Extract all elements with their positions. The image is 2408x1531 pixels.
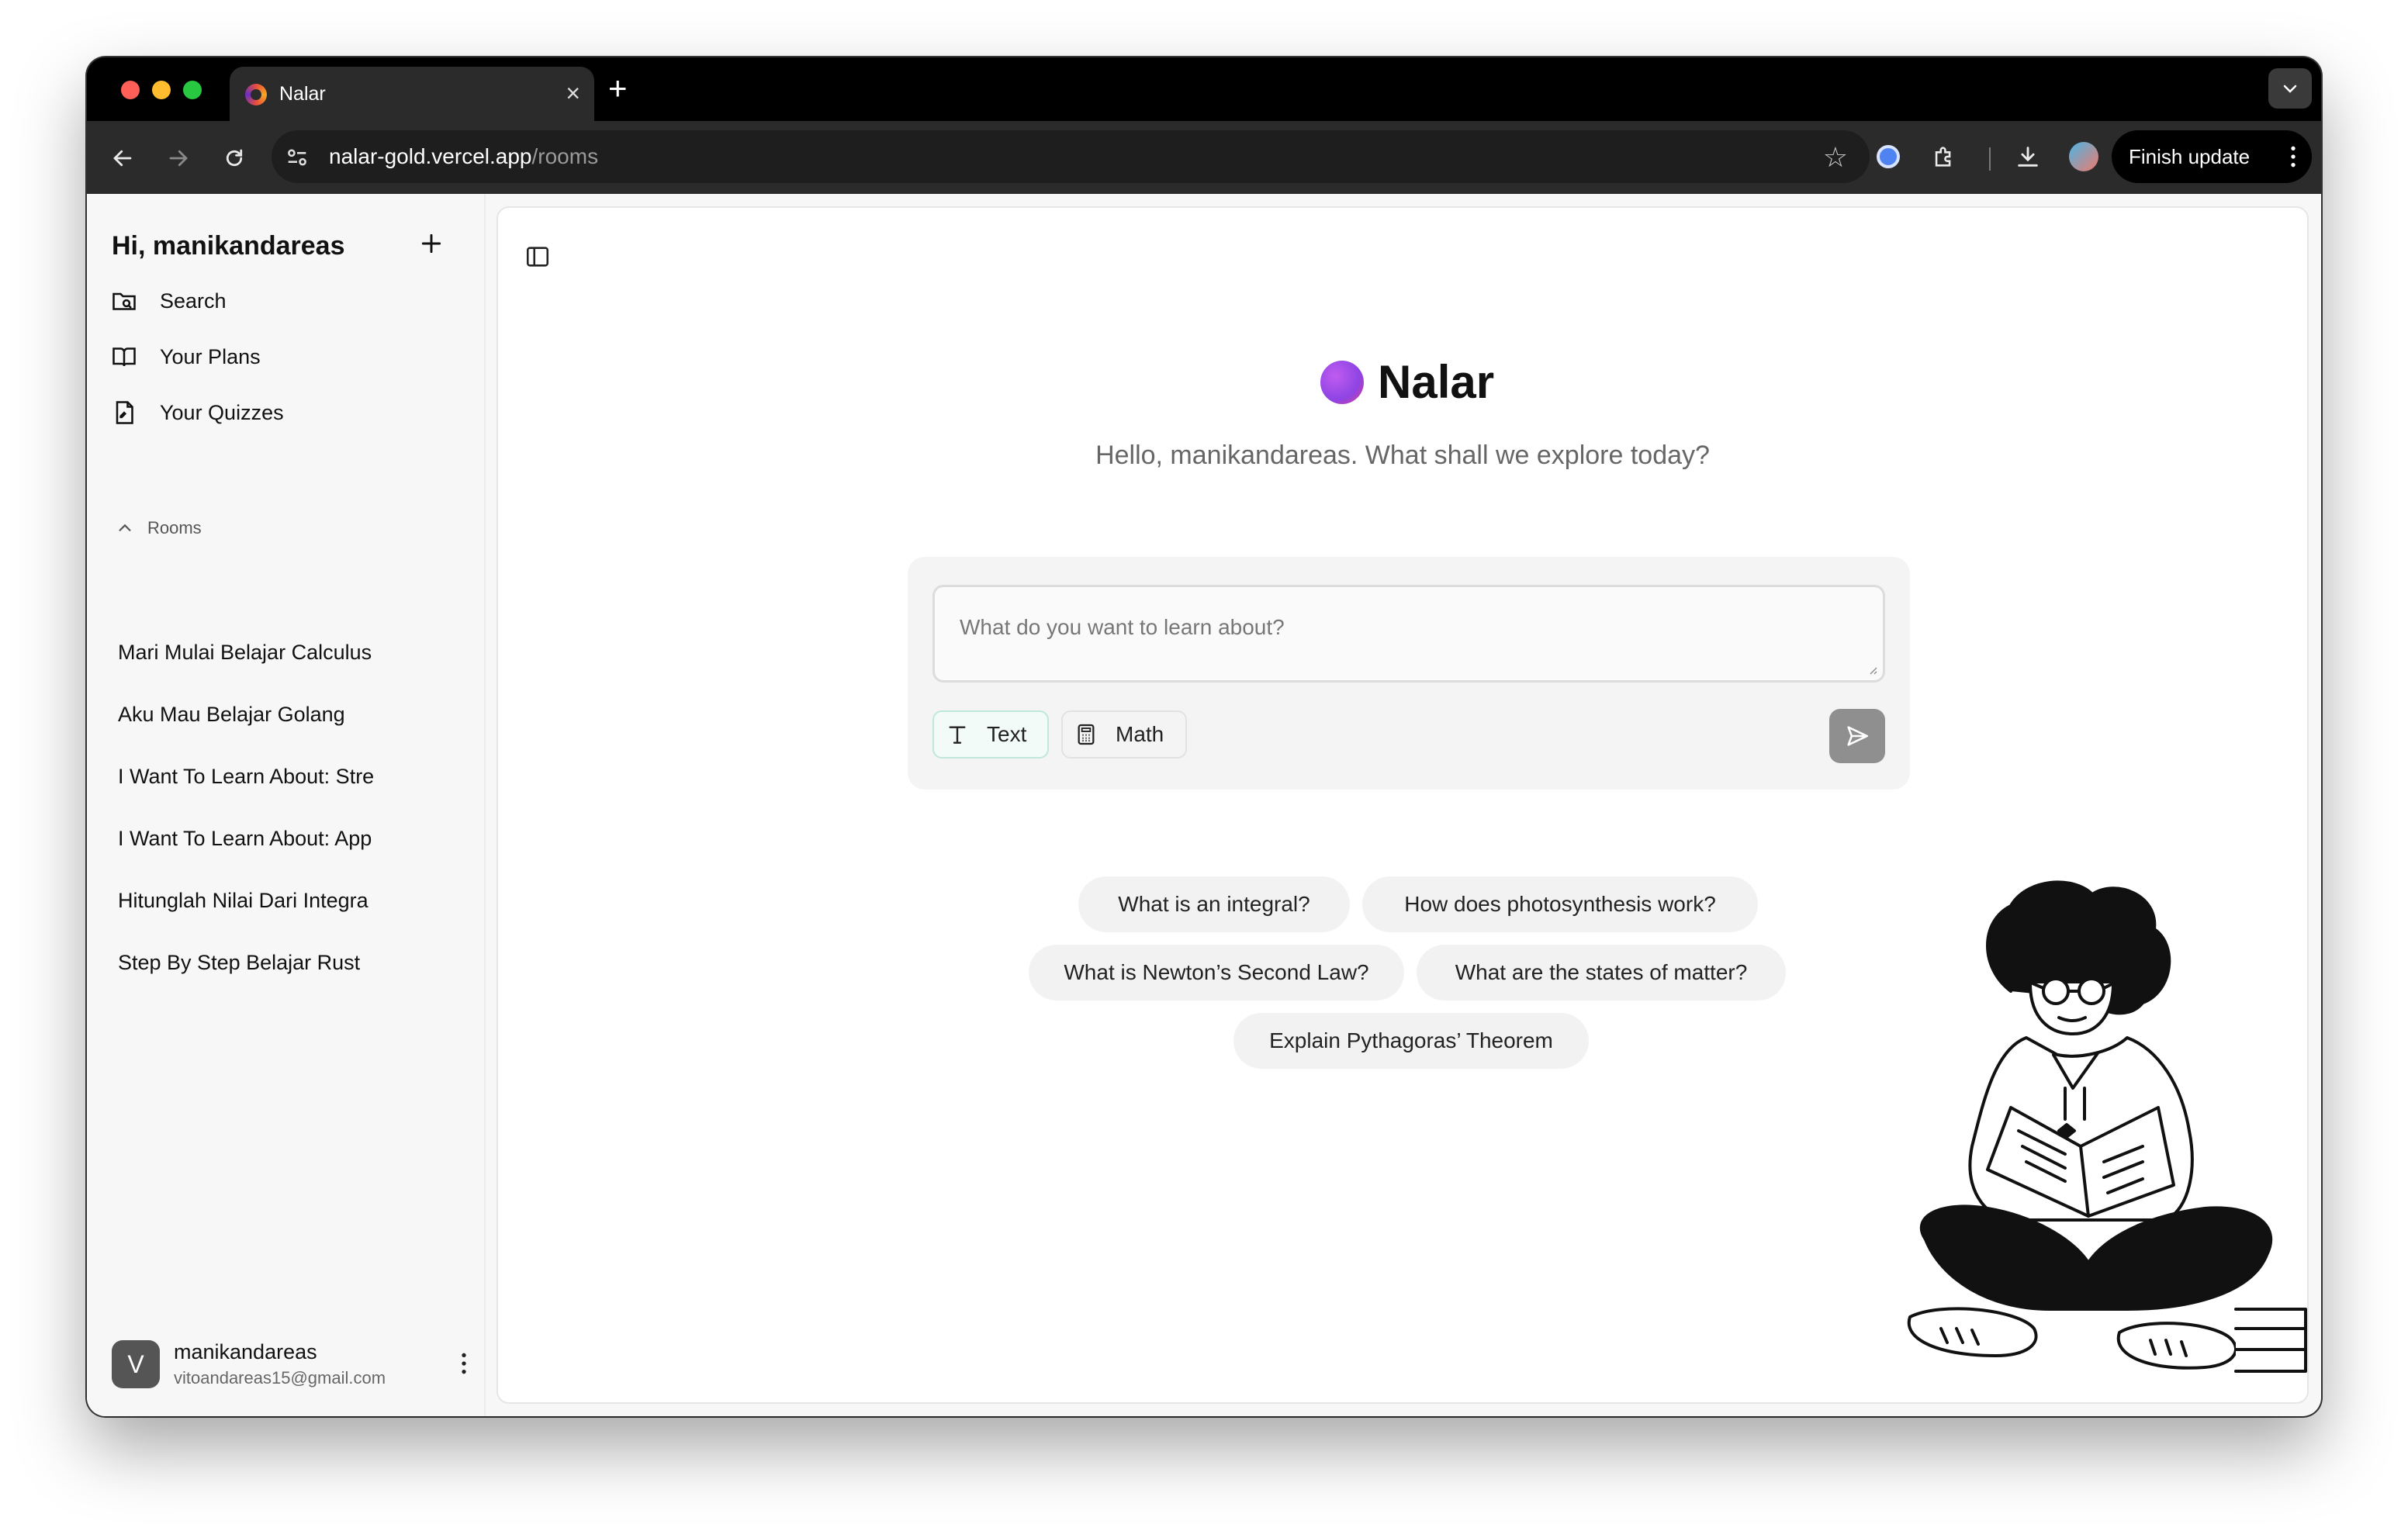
- prompt-placeholder: What do you want to learn about?: [960, 615, 1285, 639]
- zoom-window-button[interactable]: [183, 81, 202, 99]
- app-content: Hi, manikandareas Search Your Plans Your…: [87, 194, 2321, 1416]
- url-host: nalar-gold.vercel.app: [329, 144, 532, 168]
- toolbar-divider: [1989, 147, 1991, 171]
- search-folder-icon: [112, 292, 136, 310]
- welcome-subtitle: Hello, manikandareas. What shall we expl…: [1095, 441, 1710, 470]
- book-open-icon: [112, 347, 136, 367]
- sidebar-greeting: Hi, manikandareas: [112, 231, 345, 261]
- reading-person-illustration: [1907, 880, 2307, 1373]
- reload-icon: [226, 149, 243, 167]
- room-item[interactable]: Aku Mau Belajar Golang: [118, 703, 407, 727]
- suggestion-chip[interactable]: Explain Pythagoras’ Theorem: [1233, 1013, 1589, 1069]
- url-path: /rooms: [531, 144, 599, 168]
- user-profile[interactable]: V manikandareas vitoandareas15@gmail.com: [112, 1339, 469, 1393]
- room-item[interactable]: I Want To Learn About: App: [118, 827, 407, 851]
- room-item[interactable]: Mari Mulai Belajar Calculus: [118, 641, 407, 665]
- extensions-puzzle-icon[interactable]: [1924, 137, 1964, 177]
- mode-text-button[interactable]: Text: [932, 710, 1049, 759]
- room-item[interactable]: I Want To Learn About: Stre: [118, 765, 407, 789]
- favicon-icon: [245, 84, 267, 105]
- minimize-window-button[interactable]: [152, 81, 171, 99]
- rooms-section-toggle[interactable]: Rooms: [116, 518, 202, 538]
- suggestion-chip[interactable]: What is Newton’s Second Law?: [1029, 945, 1404, 1001]
- address-bar[interactable]: nalar-gold.vercel.app/rooms ☆: [272, 130, 1870, 183]
- browser-tab[interactable]: Nalar ×: [230, 67, 594, 121]
- brand-dot-icon: [1320, 360, 1364, 404]
- tab-title: Nalar: [279, 83, 326, 105]
- close-window-button[interactable]: [121, 81, 140, 99]
- send-button[interactable]: [1829, 709, 1885, 763]
- reload-button[interactable]: [219, 143, 250, 174]
- resize-handle-icon[interactable]: [1866, 663, 1878, 676]
- tab-search-button[interactable]: [2268, 68, 2312, 109]
- url-text: nalar-gold.vercel.app/rooms: [329, 144, 598, 169]
- plus-icon: [421, 233, 441, 254]
- suggestion-chip[interactable]: What are the states of matter?: [1417, 945, 1786, 1001]
- profile-avatar-icon[interactable]: [2064, 137, 2104, 177]
- browser-toolbar: nalar-gold.vercel.app/rooms ☆ Finish upd…: [87, 121, 2321, 194]
- close-tab-icon[interactable]: ×: [566, 78, 580, 109]
- extension-circle-icon[interactable]: [1868, 137, 1908, 177]
- arrow-left-icon: [113, 150, 132, 167]
- room-item[interactable]: Step By Step Belajar Rust: [118, 951, 407, 975]
- prompt-composer: What do you want to learn about? Text Ma…: [908, 557, 1910, 790]
- site-settings-icon[interactable]: [284, 144, 310, 171]
- user-name: manikandareas: [174, 1340, 317, 1363]
- downloads-icon[interactable]: [2008, 137, 2048, 177]
- file-quiz-icon: [116, 401, 133, 424]
- sidebar-item-quizzes[interactable]: Your Quizzes: [110, 391, 284, 434]
- room-item[interactable]: Hitunglah Nilai Dari Integra: [118, 889, 407, 913]
- chevron-down-icon: [2283, 85, 2297, 93]
- sidebar-toggle-icon[interactable]: [524, 244, 551, 270]
- bookmark-star-icon[interactable]: ☆: [1823, 141, 1848, 174]
- back-button[interactable]: [107, 143, 138, 174]
- browser-window: Nalar × + nalar-gold.vercel.app/rooms ☆: [87, 57, 2321, 1416]
- suggestion-chip[interactable]: How does photosynthesis work?: [1362, 876, 1758, 932]
- sidebar-item-label: Your Plans: [160, 344, 261, 368]
- text-t-icon: [949, 726, 966, 744]
- brand-logo: Nalar: [1320, 355, 1494, 409]
- send-icon: [1847, 726, 1869, 746]
- sidebar: Hi, manikandareas Search Your Plans Your…: [87, 194, 486, 1416]
- arrow-right-icon: [169, 150, 188, 167]
- brand-name: Nalar: [1378, 356, 1495, 408]
- forward-button[interactable]: [163, 143, 194, 174]
- chevron-up-icon: [119, 524, 131, 531]
- new-room-button[interactable]: [413, 225, 450, 262]
- main-panel: Nalar Hello, manikandareas. What shall w…: [496, 206, 2309, 1404]
- sidebar-item-search[interactable]: Search: [110, 279, 227, 323]
- calculator-icon: [1078, 724, 1095, 745]
- sidebar-item-plans[interactable]: Your Plans: [110, 335, 261, 378]
- new-tab-button[interactable]: +: [608, 68, 628, 109]
- finish-update-label: Finish update: [2129, 144, 2251, 168]
- finish-update-button[interactable]: Finish update: [2112, 130, 2312, 183]
- more-vertical-icon[interactable]: [459, 1351, 469, 1376]
- prompt-input[interactable]: What do you want to learn about?: [932, 585, 1885, 683]
- more-vertical-icon: [2291, 146, 2296, 168]
- sidebar-item-label: Search: [160, 289, 227, 313]
- sidebar-item-label: Your Quizzes: [160, 400, 284, 424]
- mode-label: Math: [1116, 722, 1164, 746]
- tab-strip: Nalar × +: [87, 57, 2321, 121]
- rooms-label: Rooms: [147, 518, 202, 537]
- avatar: V: [112, 1340, 160, 1388]
- mode-label: Text: [987, 722, 1027, 746]
- suggestion-chip[interactable]: What is an integral?: [1078, 876, 1350, 932]
- mode-math-button[interactable]: Math: [1061, 710, 1187, 759]
- user-email: vitoandareas15@gmail.com: [174, 1368, 386, 1388]
